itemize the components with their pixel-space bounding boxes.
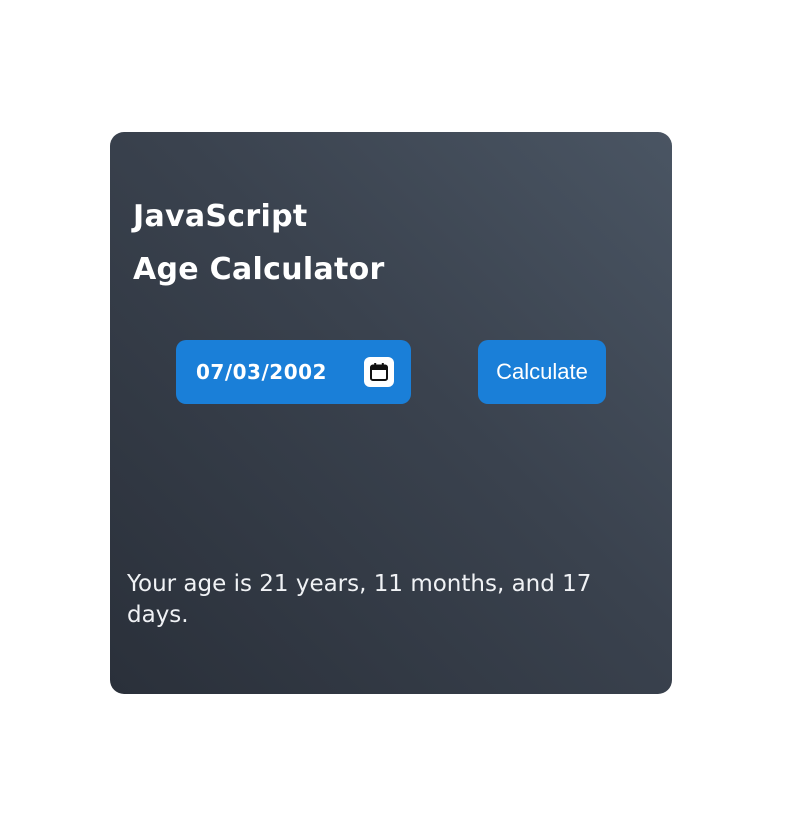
calculate-button[interactable]: Calculate	[478, 340, 606, 404]
age-calculator-card: JavaScript Age Calculator 07/03/2002 Cal…	[110, 132, 672, 694]
birthdate-value: 07/03/2002	[196, 360, 327, 384]
birthdate-input[interactable]: 07/03/2002	[176, 340, 411, 404]
title-line-2: Age Calculator	[133, 252, 385, 287]
calendar-icon[interactable]	[364, 357, 394, 387]
title-line-1: JavaScript	[133, 199, 308, 234]
page-title: JavaScript Age Calculator	[133, 190, 385, 296]
age-result-text: Your age is 21 years, 11 months, and 17 …	[127, 571, 592, 628]
